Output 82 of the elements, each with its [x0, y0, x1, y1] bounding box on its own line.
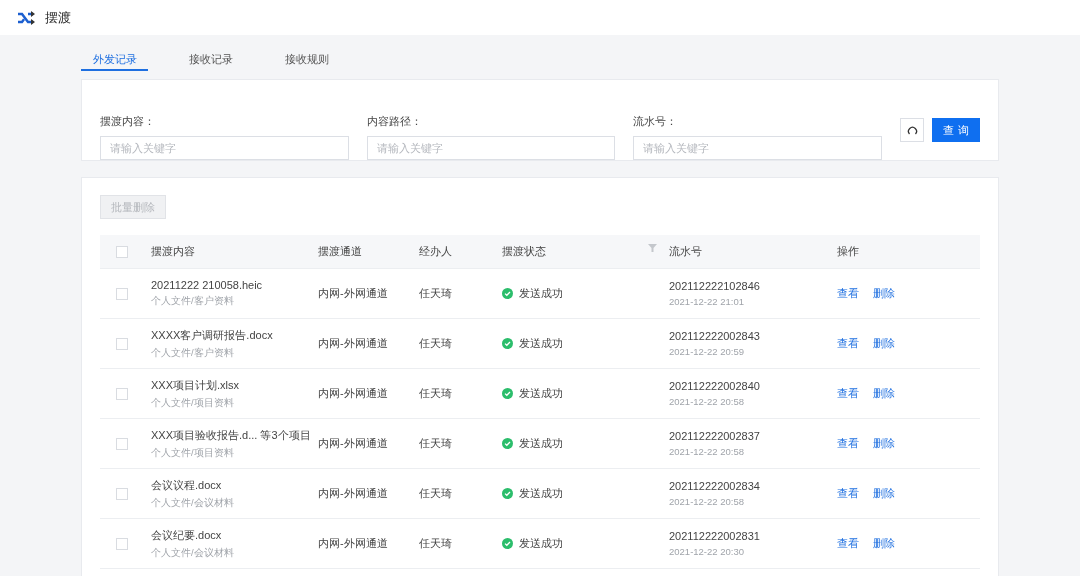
file-name: 20211222 210058.heic	[151, 279, 263, 291]
table-cell: 任天琦	[419, 486, 452, 501]
field-label: 内容路径：	[366, 114, 423, 129]
table-cell: 任天琦	[419, 386, 452, 401]
shuffle-icon	[17, 10, 36, 25]
action-link[interactable]: 查看	[837, 286, 859, 301]
serial-number: 202112222002840	[669, 380, 760, 392]
file-name: 会议议程.docx	[151, 477, 222, 493]
table-cell: 任天琦	[419, 436, 452, 451]
file-path: 个人文件/项目资料	[151, 396, 234, 410]
refresh-icon	[906, 124, 918, 136]
checkbox[interactable]	[116, 245, 128, 258]
action-link[interactable]: 查看	[837, 536, 859, 551]
checkbox[interactable]	[116, 537, 128, 550]
file-name: XXXX客户调研报告.docx	[151, 327, 273, 343]
serial-number: 202112222002834	[669, 480, 760, 492]
search-field[interactable]: 请输入关键字	[100, 136, 349, 160]
status-text: 发送成功	[519, 386, 563, 401]
checkbox[interactable]	[116, 387, 128, 400]
status-text: 发送成功	[519, 536, 563, 551]
timestamp: 2021-12-22 20:58	[669, 496, 744, 507]
table-cell: 内网-外网通道	[318, 436, 388, 451]
column-header: 操作	[837, 244, 859, 259]
action-link[interactable]: 查看	[837, 436, 859, 451]
tab[interactable]: 接收记录	[177, 44, 244, 71]
serial-number: 202112222002831	[669, 530, 760, 542]
timestamp: 2021-12-22 20:59	[669, 346, 744, 357]
status-text: 发送成功	[519, 286, 563, 301]
tab[interactable]: 外发记录	[81, 44, 148, 71]
file-path: 个人文件/客户资料	[151, 346, 234, 360]
filter-icon[interactable]	[648, 244, 657, 252]
action-link[interactable]: 查看	[837, 386, 859, 401]
column-header: 摆渡内容	[151, 244, 195, 259]
timestamp: 2021-12-22 20:58	[669, 396, 744, 407]
table-cell: 内网-外网通道	[318, 286, 388, 301]
table-cell: 任天琦	[419, 286, 452, 301]
action-link[interactable]: 查看	[837, 486, 859, 501]
table-cell: 内网-外网通道	[318, 486, 388, 501]
action-link[interactable]: 查看	[837, 336, 859, 351]
status-text: 发送成功	[519, 336, 563, 351]
search-button[interactable]: 查 询	[932, 118, 980, 142]
file-path: 个人文件/客户资料	[151, 295, 234, 308]
action-link[interactable]: 删除	[873, 386, 895, 401]
field-label: 摆渡内容：	[100, 114, 156, 129]
search-field[interactable]: 请输入关键字	[366, 136, 616, 160]
serial-number: 202112222002843	[669, 330, 760, 342]
file-name: XXX项目验收报告.d... 等3个项目	[151, 427, 311, 443]
table-cell: 内网-外网通道	[318, 336, 388, 351]
timestamp: 2021-12-22 21:01	[669, 296, 744, 307]
serial-number: 202112222102846	[669, 280, 760, 292]
file-name: 会议纪要.docx	[151, 527, 222, 543]
checkbox[interactable]	[116, 437, 128, 450]
table-cell: 内网-外网通道	[318, 536, 388, 551]
serial-number: 202112222002837	[669, 430, 760, 442]
action-link[interactable]: 删除	[873, 536, 895, 551]
action-link[interactable]: 删除	[873, 286, 895, 301]
column-header: 摆渡通道	[318, 244, 362, 259]
file-path: 个人文件/会议材料	[151, 546, 234, 560]
action-link[interactable]: 删除	[873, 486, 895, 501]
app-title: 摆渡	[45, 8, 71, 27]
column-header: 摆渡状态	[502, 244, 546, 259]
file-path: 个人文件/会议材料	[151, 496, 234, 510]
table-cell: 任天琦	[419, 336, 452, 351]
reset-button[interactable]	[900, 118, 924, 142]
checkbox[interactable]	[116, 487, 128, 500]
action-link[interactable]: 删除	[873, 436, 895, 451]
file-path: 个人文件/项目资料	[151, 446, 234, 460]
column-header: 流水号	[669, 244, 702, 259]
checkbox[interactable]	[116, 287, 128, 300]
status-text: 发送成功	[519, 436, 563, 451]
column-header: 经办人	[419, 244, 452, 259]
table-cell: 任天琦	[419, 536, 452, 551]
timestamp: 2021-12-22 20:58	[669, 446, 744, 457]
checkbox[interactable]	[116, 337, 128, 350]
search-field[interactable]: 请输入关键字	[633, 136, 882, 160]
file-name: XXX项目计划.xlsx	[151, 377, 239, 393]
status-text: 发送成功	[519, 486, 563, 501]
timestamp: 2021-12-22 20:30	[669, 546, 744, 557]
field-label: 流水号：	[633, 114, 679, 129]
tab[interactable]: 接收规则	[273, 44, 340, 71]
action-link[interactable]: 删除	[873, 336, 895, 351]
table-cell: 内网-外网通道	[318, 386, 388, 401]
